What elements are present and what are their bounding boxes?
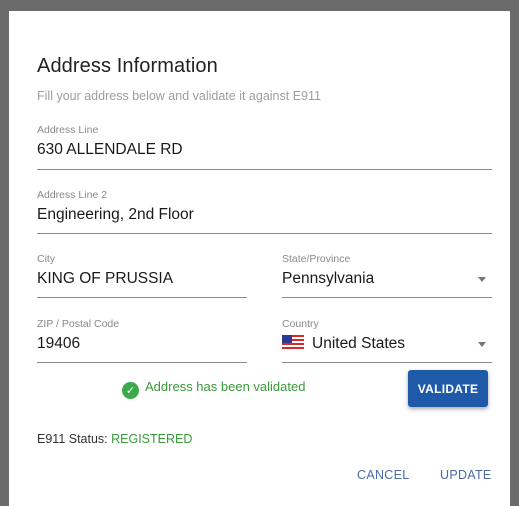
status-value: REGISTERED [111, 432, 193, 446]
city-field[interactable]: City KING OF PRUSSIA [37, 253, 247, 298]
address-line2-label: Address Line 2 [37, 189, 108, 201]
country-select[interactable]: Country United States [282, 318, 492, 363]
country-value-wrap: United States [282, 335, 405, 353]
zip-value: 19406 [37, 335, 81, 352]
status-label: E911 Status: [37, 432, 112, 446]
zip-field[interactable]: ZIP / Postal Code 19406 [37, 318, 247, 363]
validate-button[interactable]: VALIDATE [408, 370, 488, 407]
city-label: City [37, 253, 56, 265]
update-button[interactable]: UPDATE [440, 468, 492, 482]
address-line-value: 630 ALLENDALE RD [37, 141, 183, 158]
address-line-label: Address Line [37, 124, 99, 136]
country-value: United States [312, 335, 406, 352]
chevron-down-icon[interactable] [478, 342, 486, 347]
us-flag-icon [282, 335, 304, 349]
chevron-down-icon[interactable] [478, 277, 486, 282]
state-label: State/Province [282, 253, 351, 265]
country-label: Country [282, 318, 319, 330]
dialog-title: Address Information [37, 55, 218, 77]
address-line2-value: Engineering, 2nd Floor [37, 206, 194, 223]
validation-message: ✓ Address has been validated [122, 379, 305, 399]
e911-status: E911 Status: REGISTERED [37, 432, 192, 446]
state-value: Pennsylvania [282, 270, 375, 287]
state-select[interactable]: State/Province Pennsylvania [282, 253, 492, 298]
dialog-subtitle: Fill your address below and validate it … [37, 89, 321, 103]
cancel-button[interactable]: CANCEL [357, 468, 410, 482]
validation-text: Address has been validated [145, 379, 306, 394]
city-value: KING OF PRUSSIA [37, 270, 174, 287]
check-circle-icon: ✓ [122, 382, 139, 399]
zip-label: ZIP / Postal Code [37, 318, 120, 330]
address-line2-field[interactable]: Address Line 2 Engineering, 2nd Floor [37, 189, 492, 234]
address-line-field[interactable]: Address Line 630 ALLENDALE RD [37, 124, 492, 170]
address-dialog: Address Information Fill your address be… [9, 11, 510, 506]
